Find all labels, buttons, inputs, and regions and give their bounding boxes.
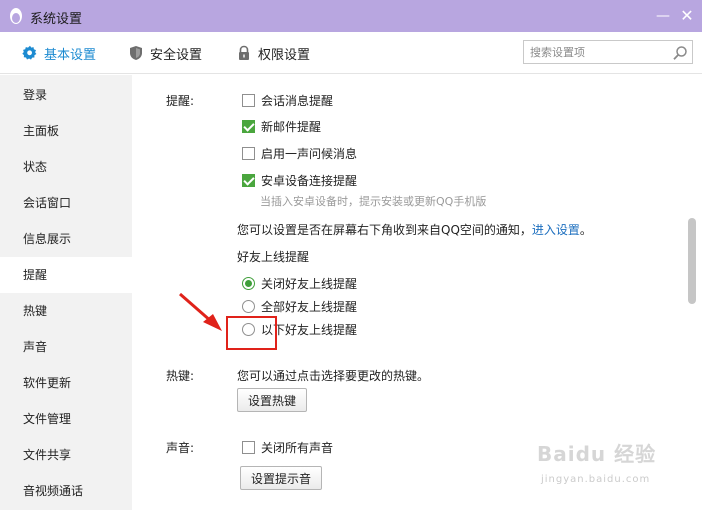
- sidebar-item-label: 会话窗口: [23, 196, 72, 210]
- radio-button: [242, 277, 255, 290]
- radio-button: [242, 300, 255, 313]
- tab-label: 安全设置: [150, 47, 203, 63]
- sidebar-item-label: 音视频通话: [23, 484, 84, 498]
- search-icon[interactable]: [672, 45, 688, 61]
- all-friends-online-radio[interactable]: 全部好友上线提醒: [242, 298, 357, 315]
- checkbox-box: [242, 441, 255, 454]
- sidebar-item-label: 主面板: [23, 124, 60, 138]
- android-connect-reminder-checkbox[interactable]: 安卓设备连接提醒: [242, 172, 357, 189]
- android-hint-text: 当插入安卓设备时，提示安装或更新QQ手机版: [260, 195, 487, 208]
- mute-all-sounds-checkbox[interactable]: 关闭所有声音: [242, 439, 333, 456]
- radio-label: 全部好友上线提醒: [261, 300, 358, 314]
- sidebar-item-info-display[interactable]: 信息展示: [0, 221, 132, 257]
- sidebar-item-hotkey[interactable]: 热键: [0, 293, 132, 329]
- sidebar-item-label: 信息展示: [23, 232, 72, 246]
- close-button[interactable]: ✕: [676, 6, 698, 26]
- sidebar-item-label: 热键: [23, 304, 48, 318]
- sidebar-item-chat-window[interactable]: 会话窗口: [0, 185, 132, 221]
- window-title: 系统设置: [30, 12, 83, 27]
- enter-settings-link[interactable]: 进入设置: [532, 223, 580, 237]
- tab-label: 权限设置: [258, 47, 311, 63]
- checkbox-box: [242, 94, 255, 107]
- sidebar-item-reminder[interactable]: 提醒: [0, 257, 132, 293]
- lock-icon: [239, 45, 249, 60]
- minimize-button[interactable]: —: [652, 6, 674, 26]
- tab-permission-settings[interactable]: 权限设置: [236, 32, 310, 74]
- close-icon: ✕: [680, 6, 694, 25]
- reminder-section-label: 提醒:: [166, 94, 195, 108]
- vertical-scrollbar-thumb[interactable]: [688, 218, 696, 304]
- hotkey-section-label: 热键:: [166, 369, 195, 383]
- sidebar-item-label: 登录: [23, 88, 48, 102]
- chat-message-reminder-checkbox[interactable]: 会话消息提醒: [242, 92, 333, 109]
- checkbox-box: [242, 120, 255, 133]
- watermark-main-text: Baidu 经验: [537, 442, 657, 466]
- checkbox-label: 安卓设备连接提醒: [261, 174, 358, 188]
- red-arrow-annotation-icon: [179, 292, 222, 331]
- sidebar-item-file-sharing[interactable]: 文件共享: [0, 437, 132, 473]
- sidebar-item-label: 软件更新: [23, 376, 72, 390]
- sidebar-item-status[interactable]: 状态: [0, 149, 132, 185]
- qzone-notice-text: 您可以设置是否在屏幕右下角收到来自QQ空间的通知，进入设置。: [237, 221, 592, 238]
- sidebar-item-software-update[interactable]: 软件更新: [0, 365, 132, 401]
- baidu-jingyan-watermark: Baidu 经验 jingyan.baidu.com: [537, 438, 697, 496]
- tab-label: 基本设置: [44, 47, 97, 63]
- radio-label: 关闭好友上线提醒: [261, 277, 358, 291]
- minimize-icon: —: [656, 8, 670, 24]
- sidebar-item-label: 提醒: [23, 268, 48, 282]
- sidebar-item-label: 文件管理: [23, 412, 72, 426]
- qzone-notice-desc: 您可以设置是否在屏幕右下角收到来自QQ空间的通知，: [237, 223, 532, 237]
- tab-security-settings[interactable]: 安全设置: [128, 32, 202, 74]
- sidebar-item-label: 声音: [23, 340, 48, 354]
- disable-friend-online-radio[interactable]: 关闭好友上线提醒: [242, 275, 357, 292]
- sidebar-item-av-call[interactable]: 音视频通话: [0, 473, 132, 509]
- checkbox-label: 关闭所有声音: [261, 441, 334, 455]
- title-bar: 系统设置 — ✕: [0, 0, 702, 32]
- sidebar-item-sound[interactable]: 声音: [0, 329, 132, 365]
- tab-basic-settings[interactable]: 基本设置: [22, 32, 96, 74]
- gear-icon: [22, 45, 37, 60]
- sound-section-label: 声音:: [166, 441, 195, 455]
- checkbox-box: [242, 174, 255, 187]
- red-highlight-box: [226, 316, 277, 350]
- qq-penguin-icon: [10, 8, 22, 24]
- sidebar-item-file-management[interactable]: 文件管理: [0, 401, 132, 437]
- friend-online-reminder-title: 好友上线提醒: [237, 250, 310, 264]
- checkbox-label: 启用一声问候消息: [261, 147, 358, 161]
- sidebar: 登录 主面板 状态 会话窗口 信息展示 提醒 热键 声音 软件更新 文件管理 文…: [0, 75, 132, 510]
- set-alert-sound-button[interactable]: 设置提示音: [240, 466, 323, 490]
- checkbox-label: 新邮件提醒: [261, 120, 322, 134]
- qzone-notice-period: 。: [579, 223, 592, 237]
- sidebar-item-main-panel[interactable]: 主面板: [0, 113, 132, 149]
- settings-search-box: [523, 40, 693, 64]
- watermark-url-text: jingyan.baidu.com: [541, 474, 651, 485]
- hotkey-description: 您可以通过点击选择要更改的热键。: [237, 369, 430, 383]
- set-hotkey-button[interactable]: 设置热键: [237, 388, 308, 412]
- new-mail-reminder-checkbox[interactable]: 新邮件提醒: [242, 118, 321, 135]
- sidebar-item-label: 状态: [23, 160, 48, 174]
- shield-icon: [130, 46, 142, 60]
- greeting-message-checkbox[interactable]: 启用一声问候消息: [242, 145, 357, 162]
- checkbox-box: [242, 147, 255, 160]
- sidebar-item-login[interactable]: 登录: [0, 77, 132, 113]
- checkbox-label: 会话消息提醒: [261, 94, 334, 108]
- search-input[interactable]: [524, 41, 670, 63]
- sidebar-item-label: 文件共享: [23, 448, 72, 462]
